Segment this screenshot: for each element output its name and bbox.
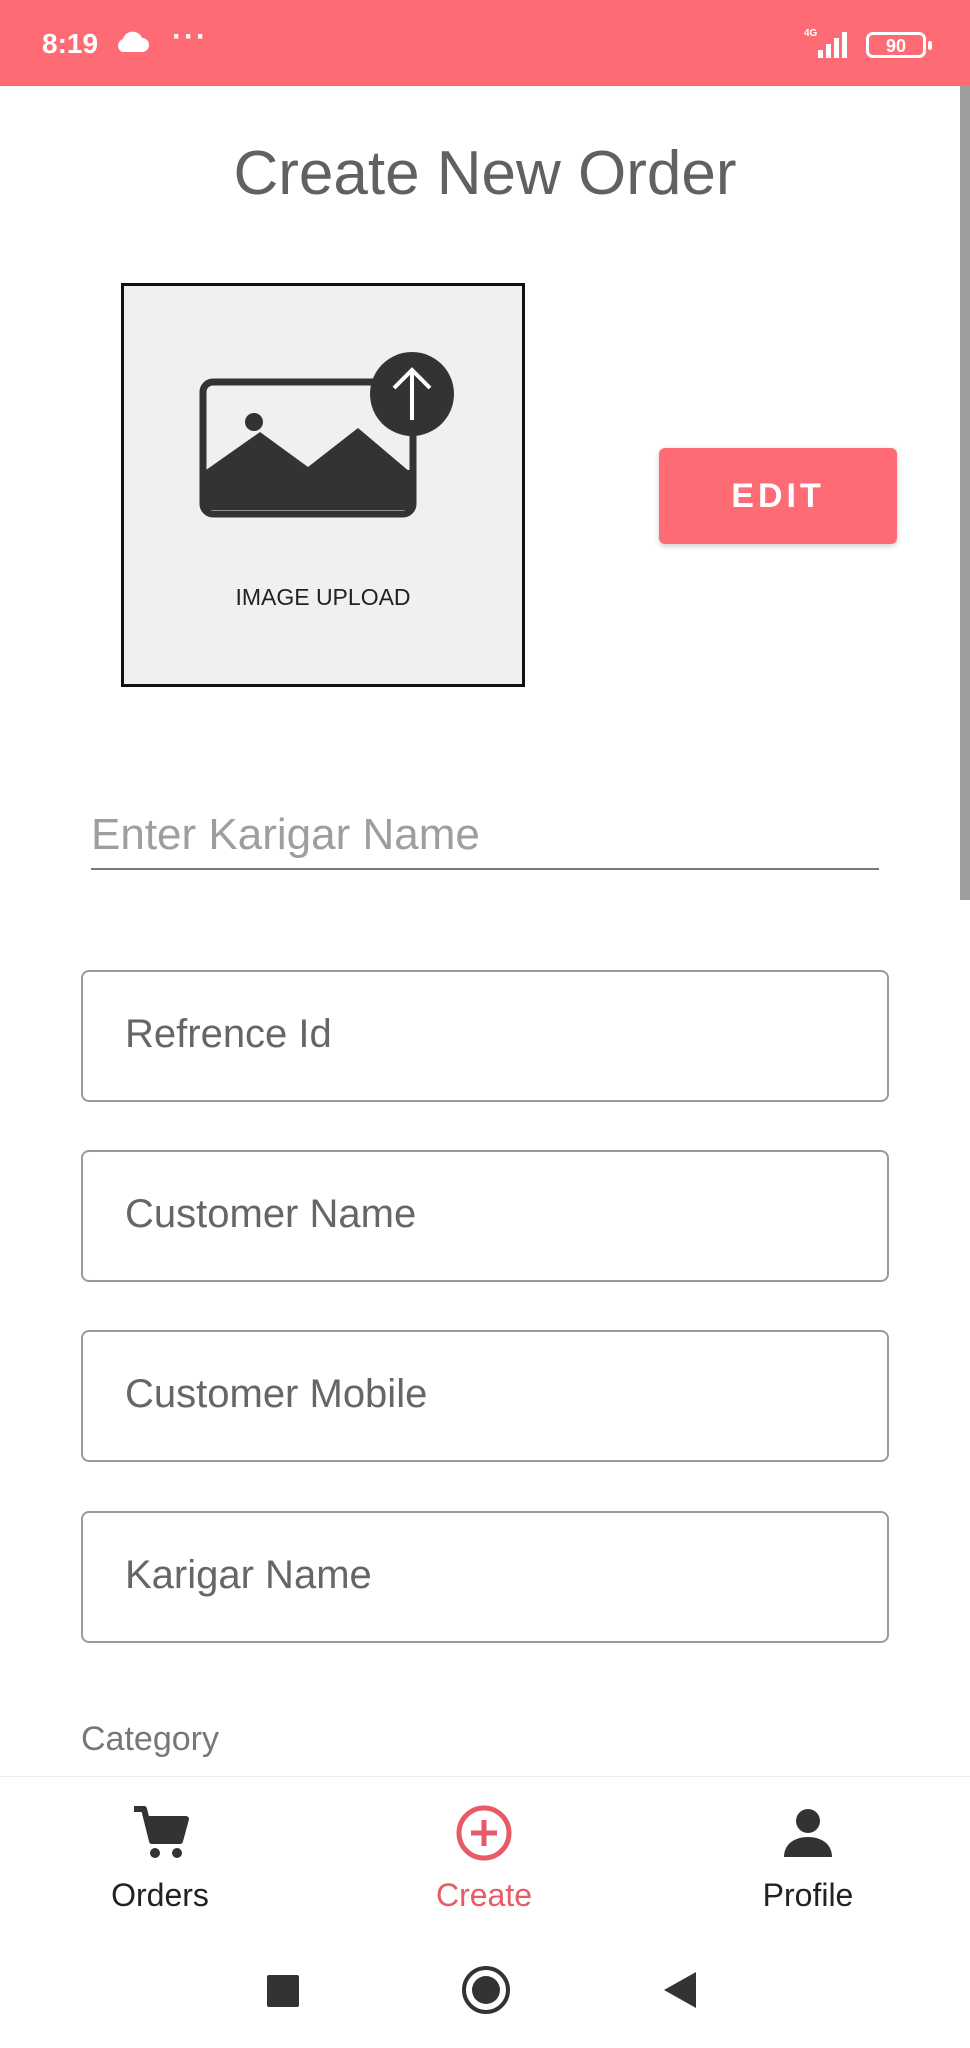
karigar-name-placeholder: Enter Karigar Name	[91, 810, 480, 859]
customer-mobile-placeholder: Customer Mobile	[125, 1372, 428, 1416]
image-upload-box[interactable]: IMAGE UPLOAD	[121, 283, 525, 687]
more-notifications-icon: ···	[172, 20, 208, 53]
back-icon[interactable]	[664, 1972, 696, 2008]
person-icon	[784, 1809, 832, 1857]
add-circle-icon	[456, 1805, 512, 1861]
signal-icon: 4G	[804, 28, 847, 58]
nav-profile[interactable]: Profile	[698, 1777, 918, 1921]
image-upload-icon	[199, 352, 454, 518]
battery-icon: 90	[866, 32, 932, 58]
battery-level: 90	[885, 36, 907, 56]
nav-orders-label: Orders	[111, 1877, 209, 1913]
image-upload-label: IMAGE UPLOAD	[235, 584, 411, 610]
karigar-name-field[interactable]: Karigar Name	[81, 1511, 889, 1643]
reference-id-field[interactable]: Refrence Id	[81, 970, 889, 1102]
reference-id-placeholder: Refrence Id	[125, 1012, 332, 1056]
status-bar: 8:19 ··· 4G 90	[0, 0, 970, 86]
network-type: 4G	[804, 28, 818, 39]
nav-profile-label: Profile	[762, 1877, 854, 1913]
nav-create-label: Create	[435, 1877, 533, 1913]
customer-name-placeholder: Customer Name	[125, 1192, 417, 1236]
customer-name-field[interactable]: Customer Name	[81, 1150, 889, 1282]
nav-orders[interactable]: Orders	[50, 1777, 270, 1921]
category-label: Category	[81, 1720, 219, 1758]
bottom-nav: Orders Create Profile	[0, 1776, 970, 1920]
home-icon[interactable]	[462, 1966, 510, 2014]
recents-icon[interactable]	[267, 1975, 299, 2007]
page-title: Create New Order	[233, 139, 737, 208]
cloud-icon	[118, 31, 149, 52]
status-time: 8:19	[42, 28, 99, 59]
edit-button[interactable]: EDIT	[659, 448, 897, 544]
nav-create[interactable]: Create	[374, 1777, 594, 1921]
cart-icon	[134, 1806, 189, 1858]
karigar-name-input[interactable]: Enter Karigar Name	[91, 800, 879, 870]
customer-mobile-field[interactable]: Customer Mobile	[81, 1330, 889, 1462]
karigar-name-field-placeholder: Karigar Name	[125, 1553, 372, 1597]
